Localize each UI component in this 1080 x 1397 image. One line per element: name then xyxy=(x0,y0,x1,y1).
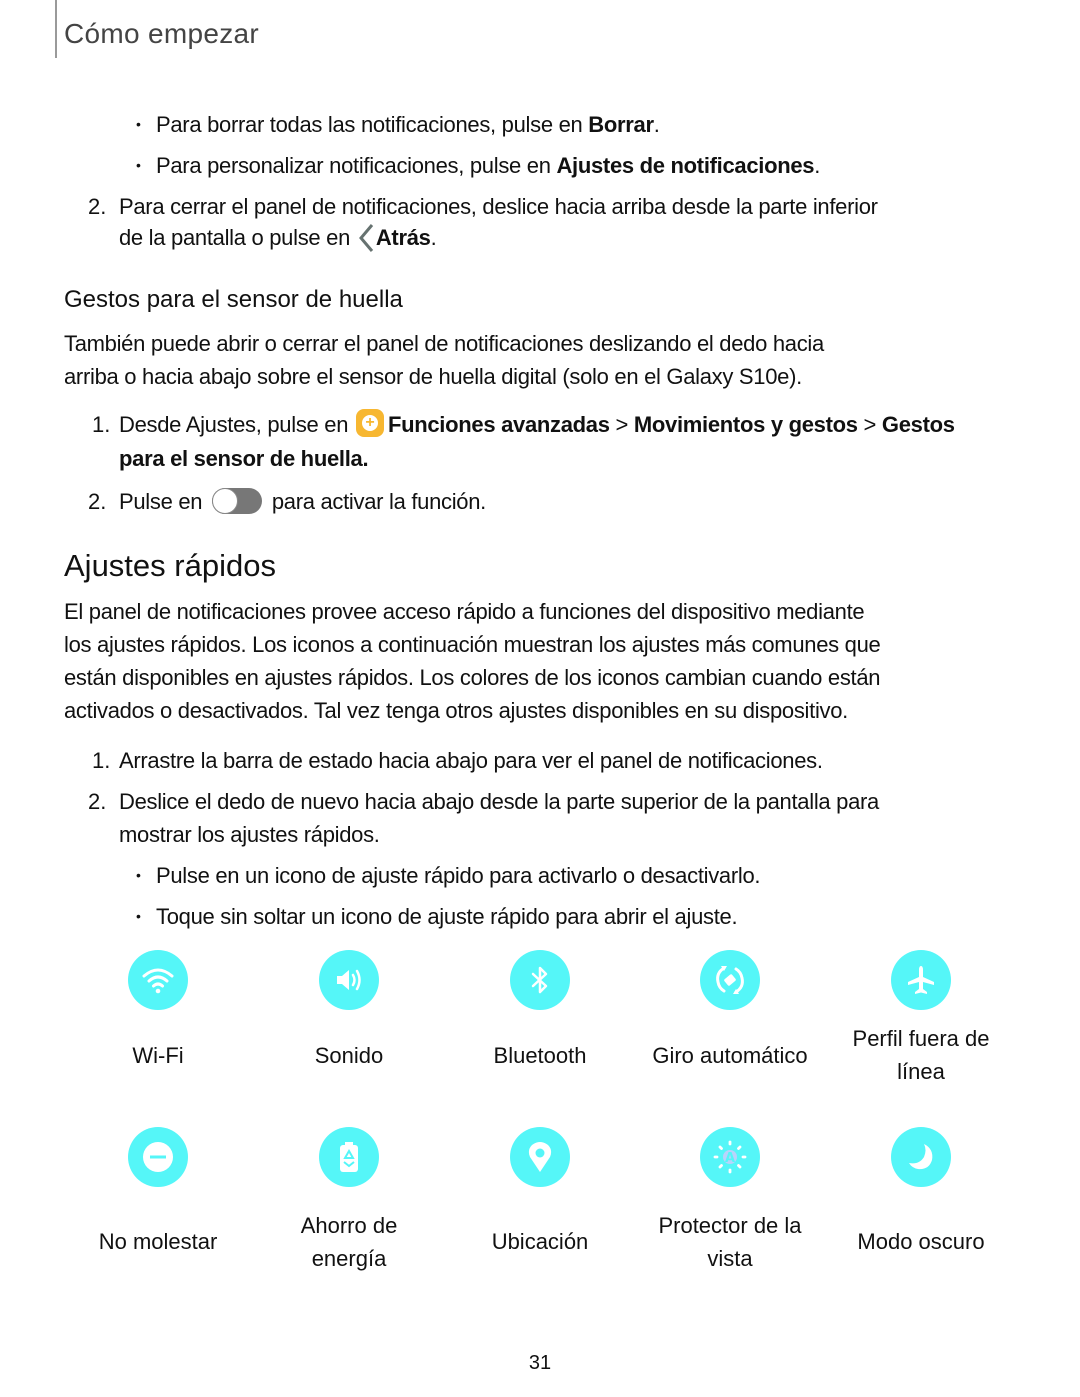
fingerprint-step1-line2: para el sensor de huella. xyxy=(119,442,369,475)
step-number: 1. xyxy=(92,412,111,437)
tile-label-line2: energía xyxy=(311,1246,387,1271)
power-saving-icon xyxy=(319,1127,379,1187)
quick-setting-eye-comfort: A xyxy=(635,1127,825,1187)
finger-sensor-label-part2: para el sensor de huella xyxy=(119,446,363,471)
quick-settings-intro-line4: activados o desactivados. Tal vez tenga … xyxy=(64,698,848,723)
chapter-title: Cómo empezar xyxy=(64,18,260,49)
quick-setting-location xyxy=(445,1127,635,1187)
motions-gestures-label: Movimientos y gestos xyxy=(633,412,858,437)
svg-text:A: A xyxy=(725,1151,735,1166)
tile-label: Wi-Fi xyxy=(132,1043,184,1068)
bullet-text: Para personalizar notificaciones, pulse … xyxy=(156,153,557,178)
quick-settings-bullet1: Pulse en un icono de ajuste rápido para … xyxy=(156,863,761,888)
quick-setting-airplane xyxy=(826,950,1016,1010)
quick-setting-do-not-disturb xyxy=(63,1127,253,1187)
tile-label: Modo oscuro xyxy=(857,1229,985,1254)
auto-rotate-icon xyxy=(700,950,760,1010)
step-number: 2. xyxy=(88,194,107,219)
tile-label: Perfil fuera de xyxy=(852,1026,990,1051)
punct: . xyxy=(362,446,369,471)
section-heading-quick-settings: Ajustes rápidos xyxy=(64,548,276,583)
advanced-features-label: Funciones avanzadas xyxy=(387,412,610,437)
quick-setting-auto-rotate xyxy=(635,950,825,1010)
airplane-icon xyxy=(891,950,951,1010)
quick-settings-step2-line1: Deslice el dedo de nuevo hacia abajo des… xyxy=(119,789,879,814)
bullet-dot: • xyxy=(136,116,141,132)
bullet-notification-settings: Para personalizar notificaciones, pulse … xyxy=(156,149,820,182)
dark-mode-icon xyxy=(891,1127,951,1187)
tile-label: Giro automático xyxy=(652,1043,808,1068)
quick-settings-step2-line2: mostrar los ajustes rápidos. xyxy=(119,822,380,847)
quick-settings-bullet2: Toque sin soltar un icono de ajuste rápi… xyxy=(156,904,738,929)
tile-label: Protector de la xyxy=(658,1213,802,1238)
fingerprint-step1-line1: Desde Ajustes, pulse en Funciones avanza… xyxy=(119,408,955,441)
back-label: Atrás xyxy=(375,225,431,250)
toggle-switch-icon xyxy=(212,488,263,515)
quick-setting-dark-mode xyxy=(826,1127,1016,1187)
bullet-dot: • xyxy=(136,908,141,924)
quick-settings-step1: Arrastre la barra de estado hacia abajo … xyxy=(119,748,823,773)
bullet-dot: • xyxy=(136,867,141,883)
punct: . xyxy=(653,112,660,137)
step-number: 2. xyxy=(88,789,107,814)
fingerprint-intro-line1: También puede abrir o cerrar el panel de… xyxy=(64,331,824,356)
location-icon xyxy=(510,1127,570,1187)
notification-settings-label: Ajustes de notificaciones xyxy=(556,153,815,178)
fingerprint-step2: Pulse en para activar la función. xyxy=(119,485,486,518)
eye-comfort-icon: A xyxy=(700,1127,760,1187)
page-number: 31 xyxy=(528,1352,552,1374)
step-text: Pulse en xyxy=(119,489,209,514)
quick-setting-sound xyxy=(254,950,444,1010)
advanced-features-icon xyxy=(355,409,384,438)
bullet-text: Para borrar todas las notificaciones, pu… xyxy=(156,112,589,137)
tile-label: Ahorro de xyxy=(300,1213,398,1238)
bullet-clear-notifications: Para borrar todas las notificaciones, pu… xyxy=(156,108,660,141)
bullet-dot: • xyxy=(136,157,141,173)
do-not-disturb-icon xyxy=(128,1127,188,1187)
quick-setting-power-saving xyxy=(254,1127,444,1187)
step-text: Desde Ajustes, pulse en xyxy=(119,412,354,437)
fingerprint-intro-line2: arriba o hacia abajo sobre el sensor de … xyxy=(64,364,802,389)
wifi-icon xyxy=(128,950,188,1010)
step-number: 1. xyxy=(92,748,111,773)
step-text: para activar la función. xyxy=(266,489,486,514)
step-text: de la pantalla o pulse en xyxy=(119,225,356,250)
finger-sensor-label-part1: Gestos xyxy=(881,412,955,437)
separator: > xyxy=(857,412,882,437)
punct: . xyxy=(814,153,821,178)
quick-settings-intro-line2: los ajustes rápidos. Los iconos a contin… xyxy=(64,632,881,657)
bluetooth-icon xyxy=(510,950,570,1010)
tile-label: Sonido xyxy=(314,1043,384,1068)
step-number: 2. xyxy=(88,489,107,514)
section-heading-fingerprint: Gestos para el sensor de huella xyxy=(64,286,403,313)
back-icon xyxy=(356,222,376,256)
tile-label-line2: vista xyxy=(707,1246,753,1271)
chapter-divider xyxy=(55,0,57,58)
tile-label: No molestar xyxy=(98,1229,218,1254)
tile-label: Bluetooth xyxy=(493,1043,587,1068)
clear-label: Borrar xyxy=(588,112,654,137)
tile-label: Ubicación xyxy=(491,1229,589,1254)
punct: . xyxy=(430,225,437,250)
sound-icon xyxy=(319,950,379,1010)
quick-setting-wifi xyxy=(63,950,253,1010)
quick-settings-intro-line1: El panel de notificaciones provee acceso… xyxy=(64,599,865,624)
step-close-panel-line1: Para cerrar el panel de notificaciones, … xyxy=(119,194,878,219)
step-close-panel-line2: de la pantalla o pulse en Atrás. xyxy=(119,221,437,256)
quick-settings-intro-line3: están disponibles en ajustes rápidos. Lo… xyxy=(64,665,881,690)
separator: > xyxy=(609,412,634,437)
quick-setting-bluetooth xyxy=(445,950,635,1010)
tile-label-line2: línea xyxy=(897,1059,945,1084)
